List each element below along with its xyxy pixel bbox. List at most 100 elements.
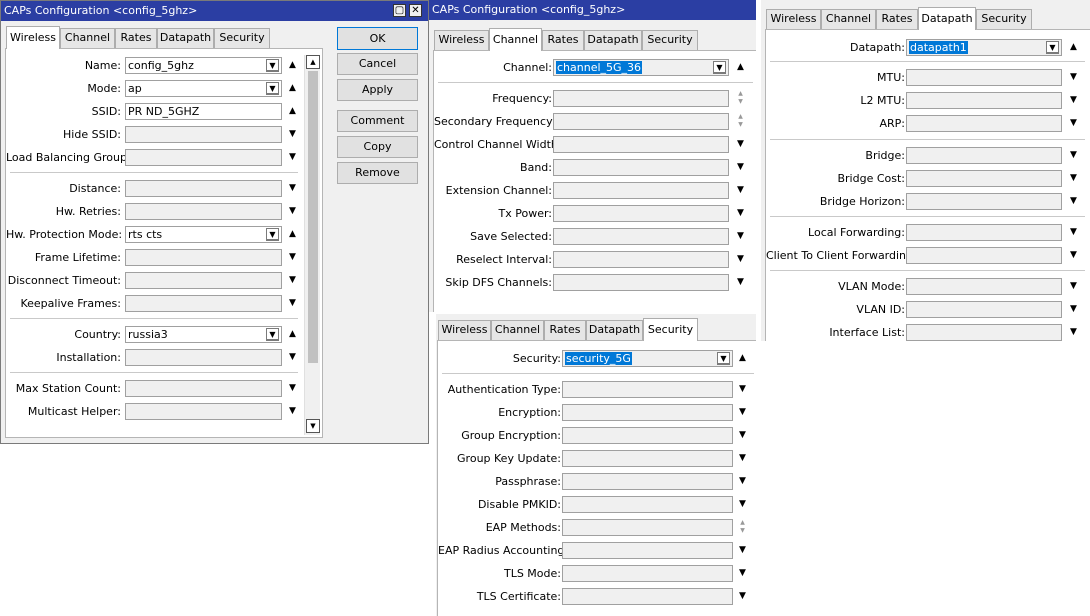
collapse-up-icon[interactable]: ▲ — [286, 103, 299, 120]
expand-down-icon[interactable]: ▼ — [286, 380, 299, 397]
expand-down-icon[interactable]: ▼ — [734, 251, 747, 268]
keepalive-frames-field[interactable] — [125, 295, 282, 312]
expand-down-icon[interactable]: ▼ — [286, 149, 299, 166]
expand-down-icon[interactable]: ▼ — [1067, 115, 1080, 132]
tab-datapath[interactable]: Datapath — [157, 28, 214, 48]
local-forwarding-field[interactable] — [906, 224, 1062, 241]
dropdown-icon[interactable]: ▼ — [266, 328, 279, 341]
dropdown-icon[interactable]: ▼ — [1046, 41, 1059, 54]
client-to-client-forwarding-field[interactable] — [906, 247, 1062, 264]
eap-radius-accounting-field[interactable] — [562, 542, 733, 559]
expand-down-icon[interactable]: ▼ — [736, 496, 749, 513]
distance-field[interactable] — [125, 180, 282, 197]
dropdown-icon[interactable]: ▼ — [266, 82, 279, 95]
expand-down-icon[interactable]: ▼ — [736, 588, 749, 605]
tls-certificate-field[interactable] — [562, 588, 733, 605]
dropdown-icon[interactable]: ▼ — [266, 59, 279, 72]
expand-down-icon[interactable]: ▼ — [734, 136, 747, 153]
spinner-icon[interactable]: ▲ ▼ — [734, 90, 747, 107]
expand-down-icon[interactable]: ▼ — [1067, 247, 1080, 264]
tab-security[interactable]: Security — [642, 30, 698, 50]
scroll-down-icon[interactable]: ▼ — [306, 419, 320, 433]
disconnect-timeout-field[interactable] — [125, 272, 282, 289]
spinner-icon[interactable]: ▲ ▼ — [734, 113, 747, 130]
expand-down-icon[interactable]: ▼ — [734, 274, 747, 291]
channel-field[interactable]: channel_5G_36 — [553, 59, 729, 76]
mtu-field[interactable] — [906, 69, 1062, 86]
tab-channel[interactable]: Channel — [491, 320, 544, 340]
bridge-field[interactable] — [906, 147, 1062, 164]
secondary-frequency-field[interactable] — [553, 113, 729, 130]
multicast-helper-field[interactable] — [125, 403, 282, 420]
tab-datapath[interactable]: Datapath — [918, 7, 976, 30]
tls-mode-field[interactable] — [562, 565, 733, 582]
expand-down-icon[interactable]: ▼ — [1067, 92, 1080, 109]
extension-channel-field[interactable] — [553, 182, 729, 199]
expand-down-icon[interactable]: ▼ — [736, 450, 749, 467]
expand-down-icon[interactable]: ▼ — [734, 228, 747, 245]
expand-down-icon[interactable]: ▼ — [736, 427, 749, 444]
tab-channel[interactable]: Channel — [489, 28, 542, 51]
datapath-field[interactable]: datapath1 — [906, 39, 1062, 56]
tab-security[interactable]: Security — [643, 318, 698, 341]
scroll-thumb[interactable] — [308, 71, 318, 363]
expand-down-icon[interactable]: ▼ — [1067, 193, 1080, 210]
tab-wireless[interactable]: Wireless — [438, 320, 491, 340]
tab-datapath[interactable]: Datapath — [584, 30, 642, 50]
dropdown-icon[interactable]: ▼ — [266, 228, 279, 241]
interface-list-field[interactable] — [906, 324, 1062, 341]
apply-button[interactable]: Apply — [337, 79, 418, 101]
passphrase-field[interactable] — [562, 473, 733, 490]
window-title-bar[interactable]: CAPs Configuration <config_5ghz> — [429, 0, 756, 20]
tx-power-field[interactable] — [553, 205, 729, 222]
tab-wireless[interactable]: Wireless — [434, 30, 489, 50]
restore-icon[interactable]: ▢ — [393, 4, 406, 17]
max-station-count-field[interactable] — [125, 380, 282, 397]
hw-protection-mode-field[interactable]: rts cts — [125, 226, 282, 243]
hide-ssid-field[interactable] — [125, 126, 282, 143]
scroll-up-icon[interactable]: ▲ — [306, 55, 320, 69]
expand-down-icon[interactable]: ▼ — [286, 295, 299, 312]
frame-lifetime-field[interactable] — [125, 249, 282, 266]
security-field[interactable]: security_5G — [562, 350, 733, 367]
eap-methods-field[interactable] — [562, 519, 733, 536]
tab-security[interactable]: Security — [976, 9, 1032, 29]
expand-down-icon[interactable]: ▼ — [286, 180, 299, 197]
installation-field[interactable] — [125, 349, 282, 366]
vertical-scrollbar[interactable]: ▲ ▼ — [304, 55, 320, 435]
remove-button[interactable]: Remove — [337, 162, 418, 184]
collapse-up-icon[interactable]: ▲ — [286, 57, 299, 74]
skip-dfs-channels-field[interactable] — [553, 274, 729, 291]
tab-rates[interactable]: Rates — [544, 320, 586, 340]
group-encryption-field[interactable] — [562, 427, 733, 444]
expand-down-icon[interactable]: ▼ — [1067, 69, 1080, 86]
frequency-field[interactable] — [553, 90, 729, 107]
expand-down-icon[interactable]: ▼ — [1067, 147, 1080, 164]
cancel-button[interactable]: Cancel — [337, 53, 418, 75]
collapse-up-icon[interactable]: ▲ — [1067, 39, 1080, 56]
tab-wireless[interactable]: Wireless — [6, 26, 60, 49]
expand-down-icon[interactable]: ▼ — [1067, 278, 1080, 295]
expand-down-icon[interactable]: ▼ — [286, 126, 299, 143]
ok-button[interactable]: OK — [337, 27, 418, 50]
expand-down-icon[interactable]: ▼ — [1067, 224, 1080, 241]
group-key-update-field[interactable] — [562, 450, 733, 467]
dropdown-icon[interactable]: ▼ — [717, 352, 730, 365]
window-title-bar[interactable]: CAPs Configuration <config_5ghz> — [1, 1, 428, 21]
country-field[interactable]: russia3 — [125, 326, 282, 343]
tab-wireless[interactable]: Wireless — [766, 9, 821, 29]
tab-datapath[interactable]: Datapath — [586, 320, 643, 340]
disable-pmkid-field[interactable] — [562, 496, 733, 513]
tab-rates[interactable]: Rates — [115, 28, 157, 48]
collapse-up-icon[interactable]: ▲ — [734, 59, 747, 76]
vlan-mode-field[interactable] — [906, 278, 1062, 295]
expand-down-icon[interactable]: ▼ — [736, 565, 749, 582]
tab-security[interactable]: Security — [214, 28, 270, 48]
reselect-interval-field[interactable] — [553, 251, 729, 268]
expand-down-icon[interactable]: ▼ — [736, 542, 749, 559]
expand-down-icon[interactable]: ▼ — [286, 349, 299, 366]
control-channel-width-field[interactable] — [553, 136, 729, 153]
vlan-id-field[interactable] — [906, 301, 1062, 318]
expand-down-icon[interactable]: ▼ — [734, 159, 747, 176]
hw-retries-field[interactable] — [125, 203, 282, 220]
